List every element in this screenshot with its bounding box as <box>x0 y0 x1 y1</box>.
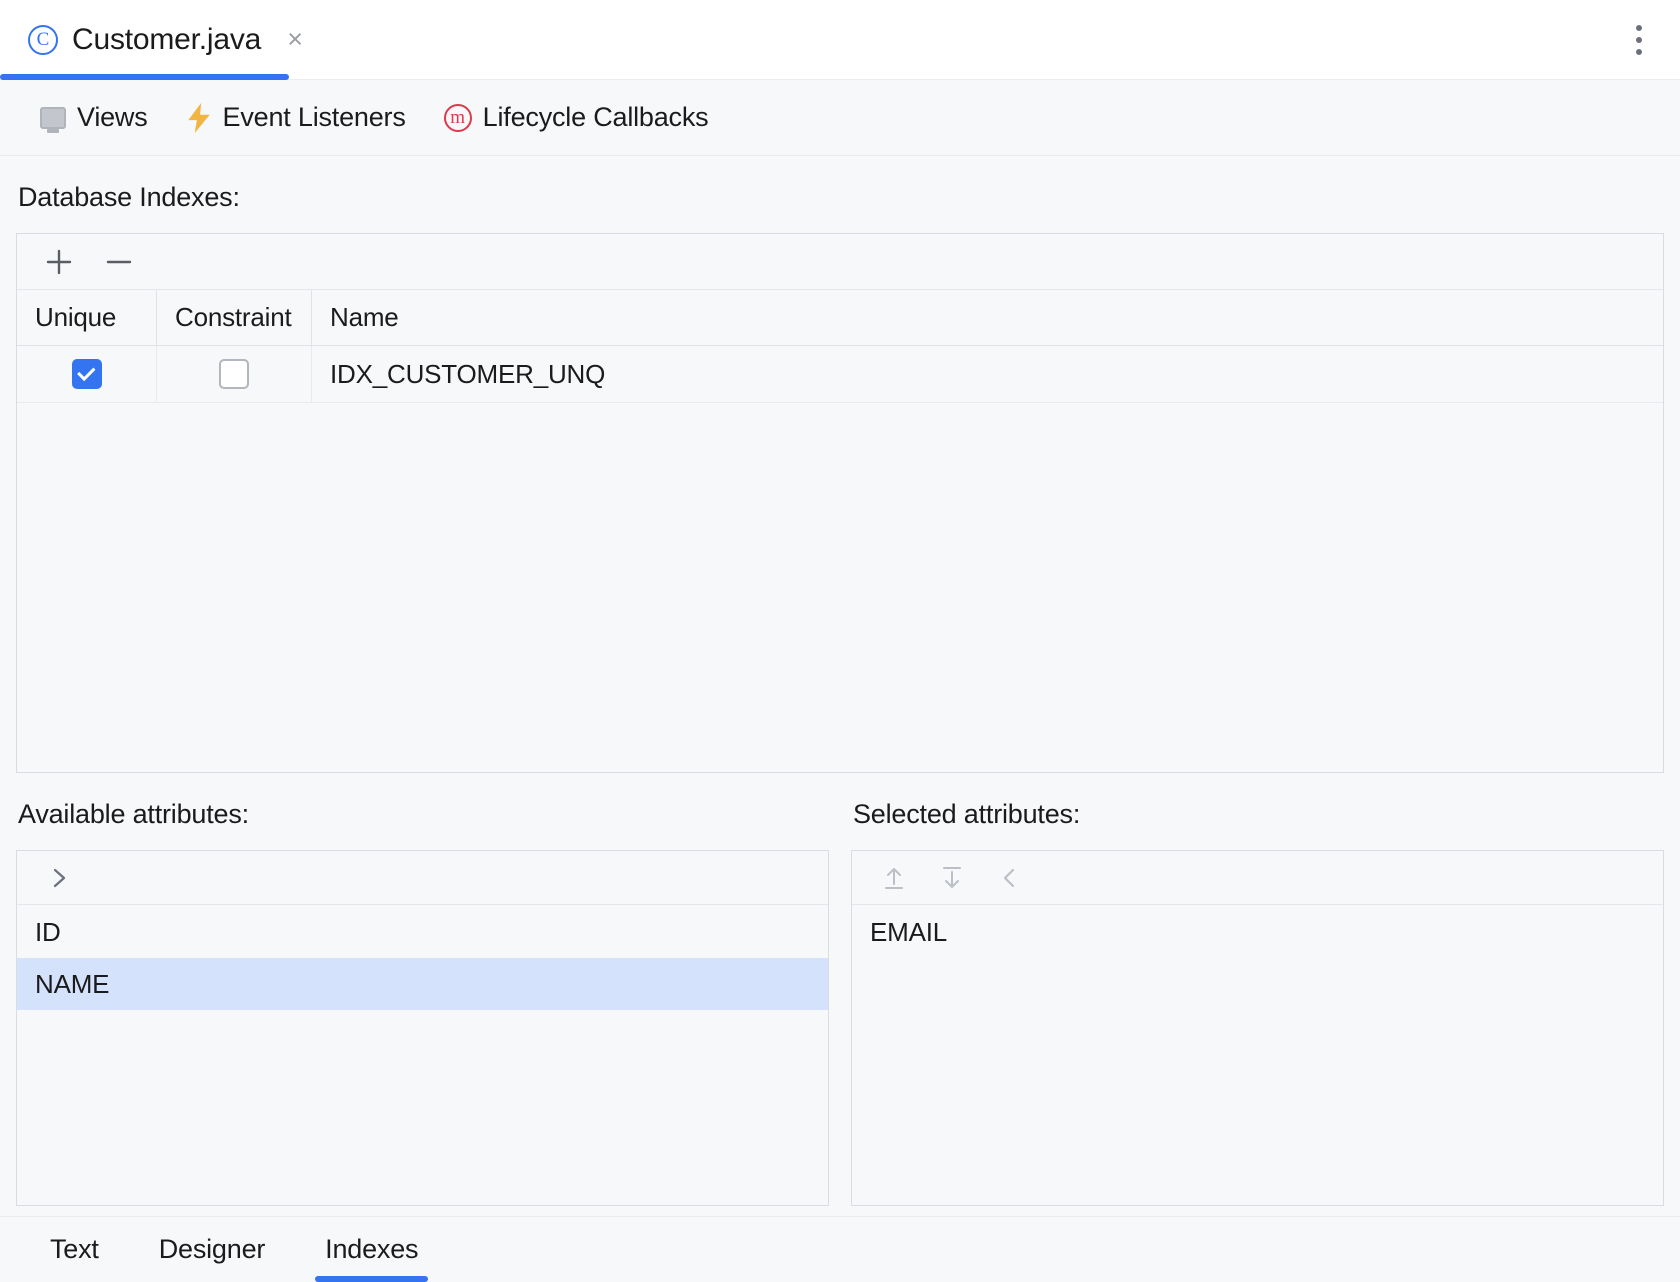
toolbar-item-lifecycle-callbacks[interactable]: m Lifecycle Callbacks <box>444 102 709 133</box>
java-class-icon: C <box>28 25 58 55</box>
indexes-table-empty-area <box>17 403 1663 772</box>
toolbar-item-event-listeners[interactable]: Event Listeners <box>186 102 406 133</box>
tab-indexes[interactable]: Indexes <box>315 1217 428 1282</box>
available-attributes-pane: Available attributes: ID NAME <box>16 773 829 1206</box>
move-left-button[interactable] <box>988 856 1032 900</box>
cell-constraint <box>157 346 312 402</box>
more-options-icon[interactable] <box>1624 18 1654 62</box>
selected-attributes-listbox: EMAIL <box>851 850 1664 1206</box>
toolbar-item-label: Views <box>77 102 148 133</box>
active-tab-indicator <box>0 74 289 80</box>
table-row[interactable]: IDX_CUSTOMER_UNQ <box>17 346 1663 403</box>
kebab-dot <box>1636 37 1642 43</box>
selected-attributes-list: EMAIL <box>852 905 1663 1205</box>
editor-window: C Customer.java × Views Event Listeners … <box>0 0 1680 1282</box>
move-to-top-icon <box>880 864 908 892</box>
column-header-unique[interactable]: Unique <box>17 290 157 345</box>
kebab-dot <box>1636 25 1642 31</box>
available-attributes-label: Available attributes: <box>16 773 829 850</box>
toolbar-item-views[interactable]: Views <box>40 102 148 133</box>
close-icon[interactable]: × <box>281 26 309 54</box>
entity-toolbar: Views Event Listeners m Lifecycle Callba… <box>0 80 1680 156</box>
move-to-bottom-icon <box>938 864 966 892</box>
constraint-checkbox[interactable] <box>219 359 249 389</box>
minus-icon <box>104 247 134 277</box>
unique-checkbox[interactable] <box>72 359 102 389</box>
indexes-editor-panel: Database Indexes: Unique Constraint Name <box>0 156 1680 1216</box>
editor-tab-bar: C Customer.java × <box>0 0 1680 80</box>
chevron-left-icon <box>997 865 1023 891</box>
selected-attributes-toolbar <box>852 851 1663 905</box>
tab-text[interactable]: Text <box>40 1217 109 1282</box>
move-down-button[interactable] <box>930 856 974 900</box>
toolbar-item-label: Event Listeners <box>223 102 406 133</box>
editor-tab-customer-java[interactable]: C Customer.java × <box>0 0 331 80</box>
move-right-button[interactable] <box>37 856 81 900</box>
editor-bottom-tabs: Text Designer Indexes <box>0 1216 1680 1282</box>
cell-unique <box>17 346 157 402</box>
selected-attributes-pane: Selected attributes: <box>851 773 1664 1206</box>
editor-tab-label: Customer.java <box>72 23 261 57</box>
cell-name[interactable]: IDX_CUSTOMER_UNQ <box>312 346 1663 402</box>
indexes-table: Unique Constraint Name IDX_CUSTOMER_UNQ <box>16 233 1664 773</box>
tab-designer[interactable]: Designer <box>149 1217 275 1282</box>
database-indexes-label: Database Indexes: <box>16 156 1664 233</box>
attributes-panes: Available attributes: ID NAME <box>16 773 1664 1216</box>
add-index-button[interactable] <box>37 240 81 284</box>
list-item[interactable]: EMAIL <box>852 906 1663 958</box>
indexes-table-toolbar <box>17 234 1663 290</box>
maven-circle-m-icon: m <box>444 104 472 132</box>
chevron-right-icon <box>46 865 72 891</box>
move-up-button[interactable] <box>872 856 916 900</box>
plus-icon <box>44 247 74 277</box>
monitor-icon <box>40 107 66 129</box>
list-item[interactable]: ID <box>17 906 828 958</box>
indexes-table-header: Unique Constraint Name <box>17 290 1663 346</box>
list-item[interactable]: NAME <box>17 958 828 1010</box>
kebab-dot <box>1636 49 1642 55</box>
toolbar-item-label: Lifecycle Callbacks <box>483 102 709 133</box>
remove-index-button[interactable] <box>97 240 141 284</box>
column-header-constraint[interactable]: Constraint <box>157 290 312 345</box>
column-header-name[interactable]: Name <box>312 290 1663 345</box>
available-attributes-toolbar <box>17 851 828 905</box>
available-attributes-list: ID NAME <box>17 905 828 1205</box>
index-name-value: IDX_CUSTOMER_UNQ <box>330 359 605 390</box>
selected-attributes-label: Selected attributes: <box>851 773 1664 850</box>
lightning-bolt-icon <box>186 103 212 133</box>
available-attributes-listbox: ID NAME <box>16 850 829 1206</box>
